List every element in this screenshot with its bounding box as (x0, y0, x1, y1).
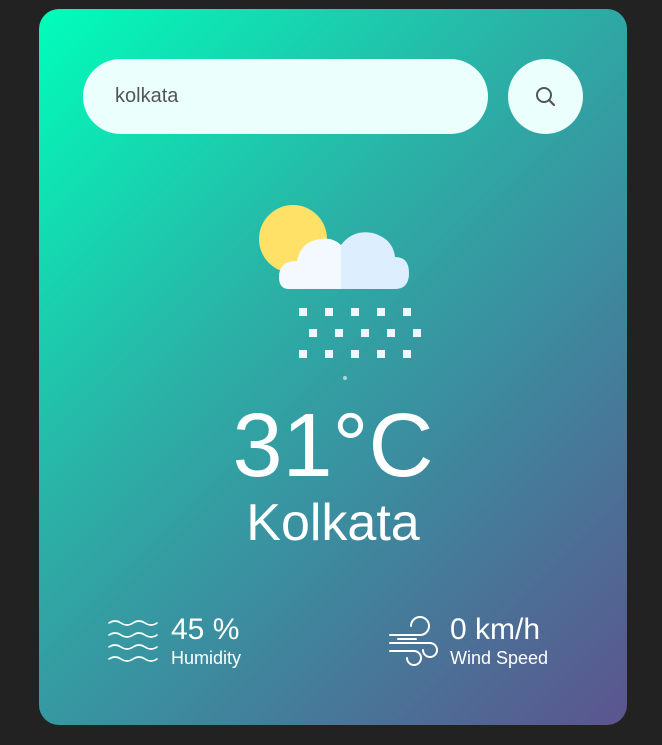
humidity-label: Humidity (171, 648, 242, 668)
search-button[interactable] (508, 59, 583, 134)
wind-text: 0 km/h Wind Speed (450, 613, 548, 669)
wind-section: 0 km/h Wind Speed (386, 613, 548, 669)
humidity-section: 45 % Humidity (107, 613, 241, 669)
humidity-value: 45 % (171, 613, 240, 646)
rain-cloud-sun-icon (259, 205, 437, 358)
weather-details: 45 % Humidity 0 km/h Wind Speed (39, 613, 627, 683)
wind-icon (389, 616, 438, 666)
divider-dot (343, 376, 347, 380)
search-icon (535, 86, 555, 106)
humidity-text: 45 % Humidity (171, 613, 241, 669)
search-input[interactable] (83, 59, 488, 134)
humidity-waves-icon (108, 620, 158, 662)
temperature: 31°C (232, 396, 434, 496)
weather-card: 31°C Kolkata 45 % Humidity (39, 9, 627, 725)
search-bar (83, 59, 583, 134)
weather-icon (249, 199, 437, 359)
wind-label: Wind Speed (450, 648, 549, 668)
wind-value: 0 km/h (450, 613, 541, 646)
city-name: Kolkata (246, 494, 420, 552)
